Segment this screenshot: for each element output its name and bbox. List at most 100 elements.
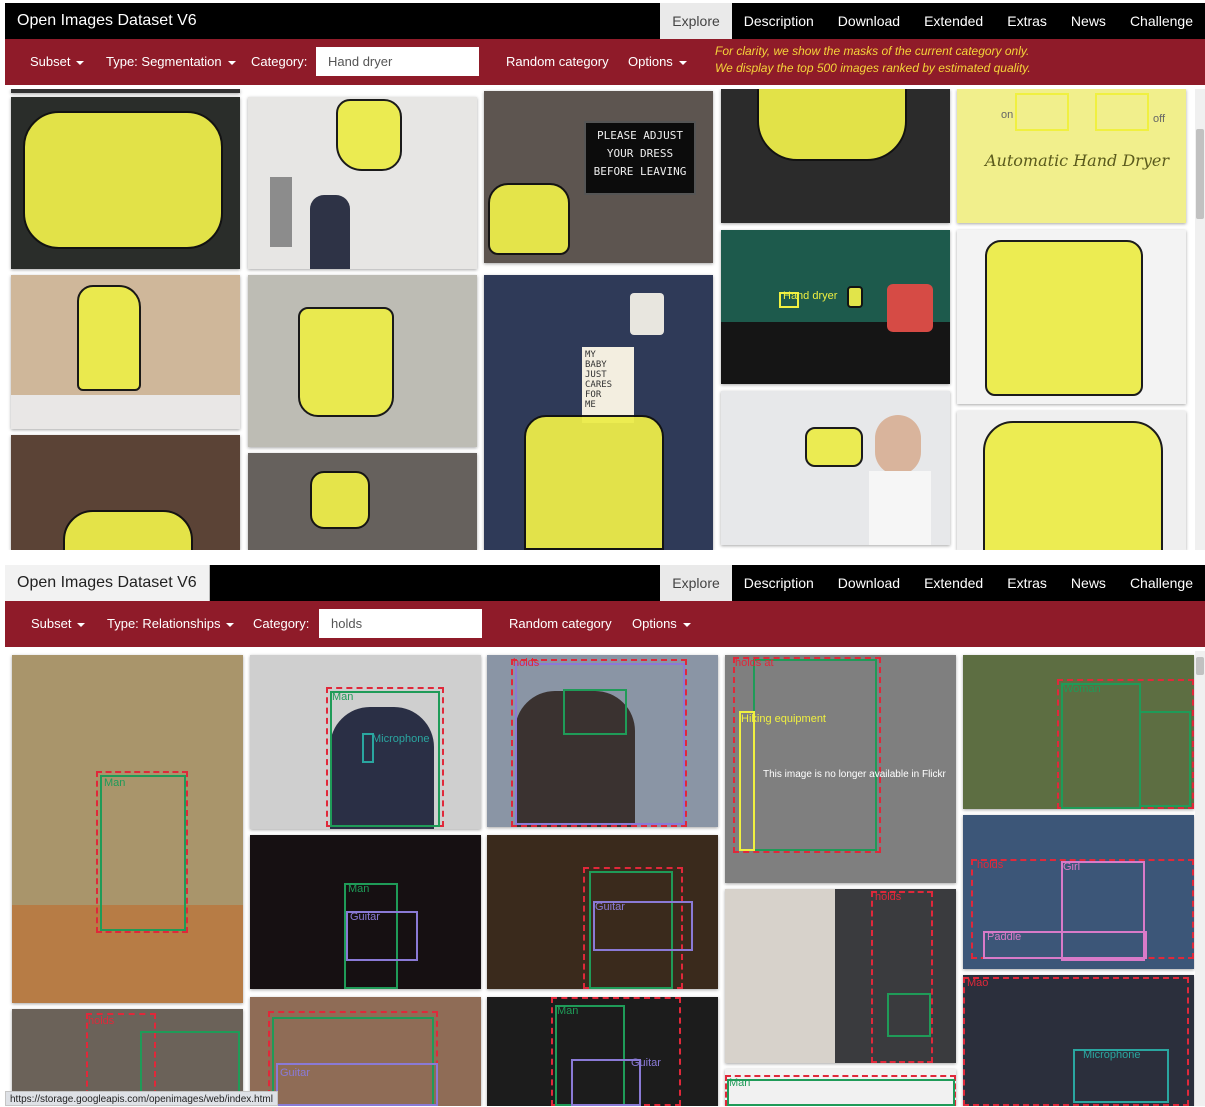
bounding-box <box>1095 93 1149 131</box>
box-label: Guitar <box>631 1057 661 1069</box>
sign-line: PLEASE ADJUST <box>596 129 684 142</box>
subset-dropdown[interactable]: Subset <box>30 39 85 85</box>
random-category-button[interactable]: Random category <box>506 39 609 85</box>
relationships-screenshot: Open Images Dataset V6 Explore Descripti… <box>5 565 1205 1106</box>
note-line: CARES <box>585 380 613 390</box>
random-category-button[interactable]: Random category <box>509 601 612 647</box>
type-dropdown[interactable]: Type: Relationships <box>107 601 235 647</box>
image-tile[interactable]: Guitar <box>487 835 718 989</box>
image-tile[interactable]: Man Guitar <box>250 835 481 989</box>
box-label: Man <box>104 777 126 789</box>
chevron-down-icon <box>77 622 86 627</box>
box-label: holds at <box>735 657 774 669</box>
image-tile[interactable]: Man Guitar <box>487 997 718 1106</box>
scrollbar-thumb[interactable] <box>1196 129 1204 219</box>
tab-extended[interactable]: Extended <box>912 565 995 601</box>
tab-extras[interactable]: Extras <box>995 3 1059 39</box>
bounding-box <box>1015 93 1069 131</box>
subject-box <box>100 775 186 931</box>
image-tile[interactable]: holds Girl Paddle <box>963 815 1194 969</box>
category-label: Category: <box>253 616 310 631</box>
box-label: Microphone <box>1083 1049 1141 1061</box>
box-label: Man <box>729 1077 751 1089</box>
image-tile[interactable]: Man <box>725 1069 956 1106</box>
tab-news[interactable]: News <box>1059 3 1118 39</box>
status-bar-url: https://storage.googleapis.com/openimage… <box>5 1091 278 1106</box>
tab-extras[interactable]: Extras <box>995 565 1059 601</box>
type-dropdown[interactable]: Type: Segmentation <box>106 39 236 85</box>
sign-line: BEFORE LEAVING <box>593 165 687 178</box>
image-tile[interactable]: holds at Hiking equipment This image is … <box>725 655 956 883</box>
relationship-box <box>871 891 933 1063</box>
image-tile[interactable] <box>11 275 240 429</box>
image-tile[interactable] <box>248 97 477 269</box>
options-dropdown[interactable]: Options <box>632 601 691 647</box>
tab-explore[interactable]: Explore <box>660 565 732 601</box>
image-tile[interactable]: Woman <box>963 655 1194 809</box>
image-tile[interactable] <box>11 89 240 93</box>
image-tile[interactable] <box>957 230 1186 404</box>
image-tile[interactable]: Hand dryer <box>721 230 950 384</box>
subject-box <box>727 1079 955 1106</box>
chevron-down-icon <box>678 60 687 65</box>
options-label: Options <box>632 616 677 631</box>
options-dropdown[interactable]: Options <box>628 39 687 85</box>
object-box <box>887 993 931 1037</box>
image-tile[interactable] <box>248 275 477 447</box>
image-tile[interactable]: Mao Microphone <box>963 975 1194 1106</box>
image-tile[interactable]: Man <box>12 655 243 1003</box>
handwritten-note: MY BABY JUST CARES FOR ME <box>582 347 634 423</box>
tab-description[interactable]: Description <box>732 3 826 39</box>
tab-download[interactable]: Download <box>826 565 912 601</box>
image-tile[interactable]: MY BABY JUST CARES FOR ME <box>484 275 713 550</box>
tab-challenge[interactable]: Challenge <box>1118 565 1205 601</box>
segmentation-mask <box>757 89 907 161</box>
segmentation-mask <box>847 286 863 308</box>
tab-explore[interactable]: Explore <box>660 3 732 39</box>
nav-tabs: Explore Description Download Extended Ex… <box>660 565 1205 601</box>
category-label: Category: <box>251 54 308 69</box>
brand-title[interactable]: Open Images Dataset V6 <box>5 565 210 601</box>
note-line: ME <box>585 400 596 410</box>
brand-title[interactable]: Open Images Dataset V6 <box>5 3 209 39</box>
box-label: Woman <box>1063 683 1101 695</box>
image-tile[interactable]: Guitar <box>250 997 481 1106</box>
tab-news[interactable]: News <box>1059 565 1118 601</box>
box-label: Mao <box>967 977 989 989</box>
scrollbar[interactable] <box>1195 89 1205 550</box>
image-tile[interactable]: holds <box>487 655 718 827</box>
segmentation-mask <box>77 285 141 391</box>
box-label: Guitar <box>350 911 380 923</box>
tab-description[interactable]: Description <box>732 565 826 601</box>
box-label: Paddle <box>987 931 1022 943</box>
segmentation-mask <box>23 111 223 249</box>
image-tile[interactable] <box>11 97 240 269</box>
scrollbar-thumb[interactable] <box>1196 657 1204 675</box>
box-label: Man <box>348 883 370 895</box>
image-tile[interactable]: on off Automatic Hand Dryer <box>957 89 1186 223</box>
category-input[interactable] <box>316 47 479 76</box>
image-tile[interactable] <box>248 453 477 550</box>
tab-extended[interactable]: Extended <box>912 3 995 39</box>
image-tile[interactable]: holds <box>725 889 956 1063</box>
subset-dropdown[interactable]: Subset <box>31 601 86 647</box>
image-tile[interactable] <box>721 89 950 223</box>
tab-download[interactable]: Download <box>826 3 912 39</box>
box-label: Guitar <box>595 901 625 913</box>
image-tile[interactable]: Man Microphone <box>250 655 481 829</box>
image-tile[interactable] <box>721 391 950 545</box>
box-label: Hand dryer <box>783 290 838 302</box>
image-tile[interactable] <box>11 435 240 550</box>
subset-label: Subset <box>31 616 72 631</box>
tab-challenge[interactable]: Challenge <box>1118 3 1205 39</box>
image-tile[interactable] <box>957 411 1186 550</box>
object-box <box>739 711 755 851</box>
category-input[interactable] <box>319 609 482 638</box>
box-label: holds <box>875 891 902 903</box>
box-label: Hiking equipment <box>741 713 826 725</box>
image-tile[interactable]: PLEASE ADJUST YOUR DRESS BEFORE LEAVING <box>484 91 713 263</box>
segmentation-mask <box>805 427 863 467</box>
box-label: holds <box>88 1015 115 1027</box>
object-box <box>563 689 627 735</box>
scrollbar[interactable] <box>1195 651 1205 1106</box>
